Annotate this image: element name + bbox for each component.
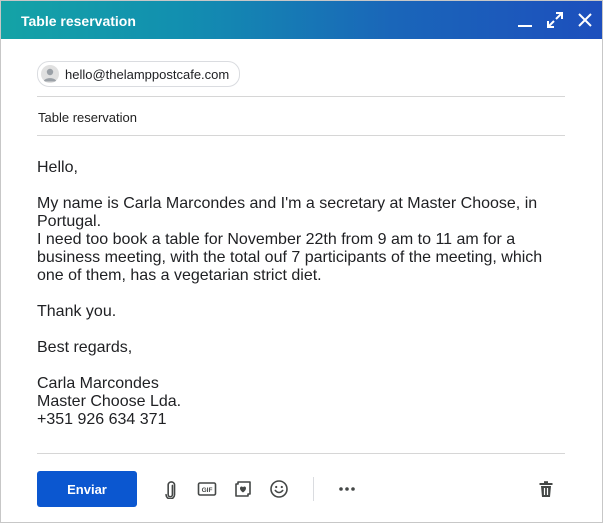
body-paragraph: My name is Carla Marcondes and I'm a sec… <box>37 195 543 284</box>
compose-window: Table reservation hello@thelamppostcafe.… <box>0 0 603 523</box>
sticker-icon[interactable] <box>233 479 253 499</box>
more-options-icon[interactable] <box>337 479 357 499</box>
toolbar-separator <box>313 477 314 501</box>
close-button[interactable] <box>575 10 595 30</box>
close-icon <box>578 13 592 27</box>
body-thanks: Thank you. <box>37 303 117 320</box>
paperclip-icon[interactable] <box>161 479 181 499</box>
expand-button[interactable] <box>545 10 565 30</box>
minimize-button[interactable] <box>515 10 535 30</box>
gif-icon[interactable]: GIF <box>197 479 217 499</box>
subject-divider <box>37 135 565 136</box>
expand-icon <box>547 12 563 28</box>
body-greeting: Hello, <box>37 159 78 176</box>
body-divider <box>37 453 565 454</box>
gif-label: GIF <box>202 487 213 494</box>
send-button[interactable]: Enviar <box>37 471 137 507</box>
recipient-email: hello@thelamppostcafe.com <box>65 66 230 82</box>
minimize-icon <box>518 25 532 27</box>
compose-toolbar: Enviar GIF <box>1 469 602 509</box>
emoji-icon[interactable] <box>269 479 289 499</box>
trash-icon[interactable] <box>536 479 556 499</box>
body-signature: Carla Marcondes Master Choose Lda. +351 … <box>37 375 182 428</box>
body-closing: Best regards, <box>37 339 133 356</box>
recipient-divider <box>37 96 565 97</box>
message-body[interactable]: Hello, My name is Carla Marcondes and I'… <box>37 159 557 429</box>
person-icon <box>41 65 59 83</box>
subject-field[interactable]: Table reservation <box>38 110 137 125</box>
window-title: Table reservation <box>21 13 136 29</box>
title-bar[interactable]: Table reservation <box>1 1 602 39</box>
recipient-chip[interactable]: hello@thelamppostcafe.com <box>37 61 241 87</box>
